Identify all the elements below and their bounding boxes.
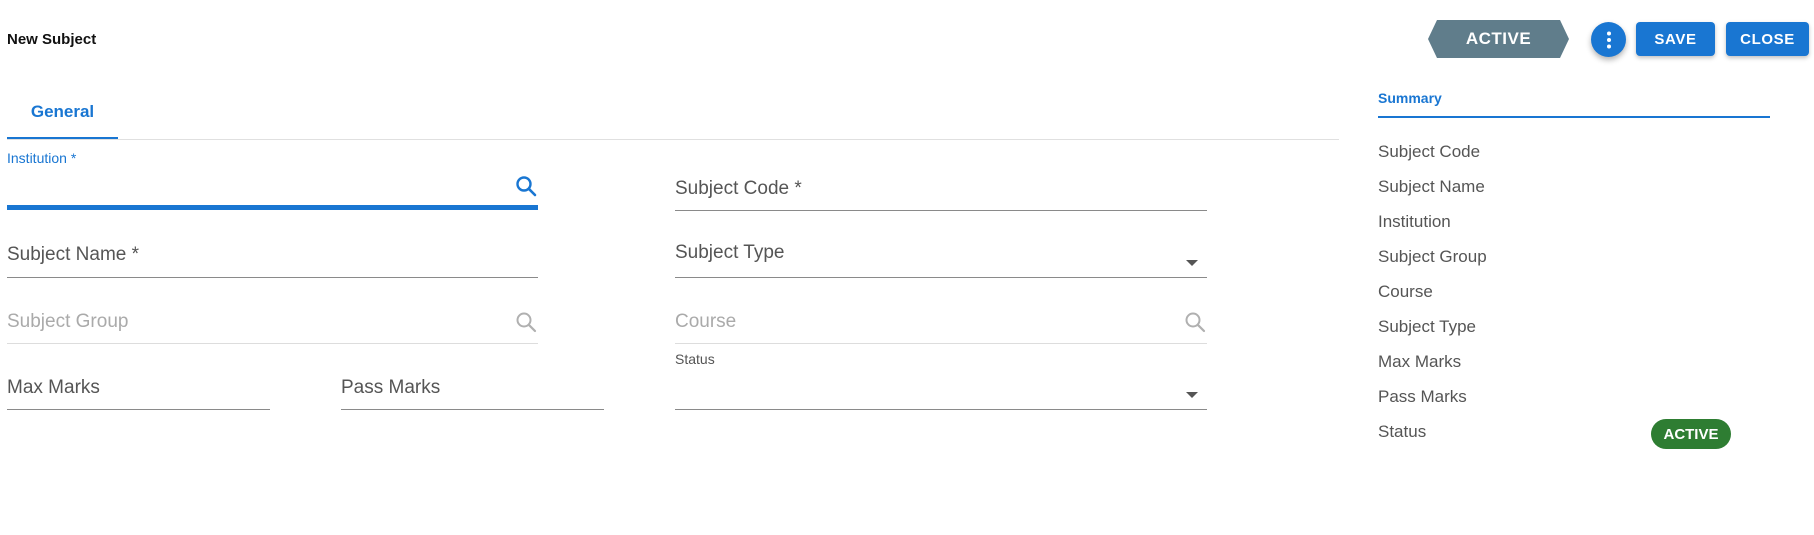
summary-item: Subject Type	[1378, 317, 1476, 336]
tab-general[interactable]: General	[7, 86, 118, 139]
more-vertical-icon	[1606, 31, 1611, 48]
pass-marks-field[interactable]: Pass Marks	[341, 368, 604, 410]
max-marks-field[interactable]: Max Marks	[7, 368, 270, 410]
caret-down-icon	[1186, 392, 1198, 398]
institution-underline	[7, 205, 538, 210]
institution-label: Institution *	[7, 150, 77, 166]
more-options-button[interactable]	[1591, 22, 1626, 57]
course-search-button[interactable]	[1183, 310, 1207, 339]
search-icon	[516, 176, 537, 197]
subject-group-field[interactable]: Subject Group	[7, 302, 538, 344]
subject-group-underline	[7, 343, 538, 344]
summary-panel: Summary Subject Code Subject Name Instit…	[1378, 86, 1770, 449]
pass-marks-input[interactable]	[341, 382, 576, 406]
status-label: Status	[675, 351, 715, 367]
status-select[interactable]: Status	[675, 351, 1207, 410]
status-ribbon: ACTIVE	[1428, 20, 1569, 58]
summary-item: Pass Marks	[1378, 387, 1467, 406]
page-title: New Subject	[7, 31, 97, 48]
course-field[interactable]: Course	[675, 302, 1207, 344]
summary-item: Subject Name	[1378, 177, 1485, 196]
subject-name-underline	[7, 277, 538, 278]
search-icon	[1185, 312, 1206, 333]
summary-title: Summary	[1378, 86, 1770, 118]
status-underline	[675, 409, 1207, 410]
close-button[interactable]: CLOSE	[1726, 22, 1809, 56]
subject-name-input[interactable]	[7, 250, 510, 274]
subject-code-underline	[675, 210, 1207, 211]
institution-field[interactable]: Institution *	[7, 150, 538, 210]
save-button[interactable]: SAVE	[1636, 22, 1715, 56]
max-marks-underline	[7, 409, 270, 410]
max-marks-input[interactable]	[7, 382, 242, 406]
subject-code-field[interactable]: Subject Code *	[675, 170, 1207, 211]
summary-item: Max Marks	[1378, 352, 1462, 371]
institution-input[interactable]	[7, 182, 510, 206]
subject-group-input[interactable]	[7, 316, 510, 340]
search-icon	[516, 312, 537, 333]
status-badge: ACTIVE	[1651, 419, 1731, 449]
subject-type-underline	[675, 277, 1207, 278]
summary-item: Course	[1378, 282, 1433, 301]
subject-code-input[interactable]	[675, 183, 1179, 207]
course-input[interactable]	[675, 316, 1179, 340]
summary-item: Status	[1378, 422, 1427, 441]
subject-group-search-button[interactable]	[514, 310, 538, 339]
subject-name-field[interactable]: Subject Name *	[7, 236, 538, 278]
caret-down-icon	[1186, 260, 1198, 266]
subject-type-label: Subject Type	[675, 242, 785, 263]
tab-bar: General	[7, 86, 1339, 140]
institution-search-button[interactable]	[514, 174, 538, 203]
summary-item: Subject Code	[1378, 142, 1481, 161]
course-underline	[675, 343, 1207, 344]
status-dropdown-button[interactable]	[1186, 392, 1198, 398]
summary-item: Institution	[1378, 212, 1451, 231]
summary-item: Subject Group	[1378, 247, 1487, 266]
subject-type-select[interactable]: Subject Type	[675, 236, 1207, 278]
pass-marks-underline	[341, 409, 604, 410]
subject-type-dropdown-button[interactable]	[1186, 260, 1198, 266]
